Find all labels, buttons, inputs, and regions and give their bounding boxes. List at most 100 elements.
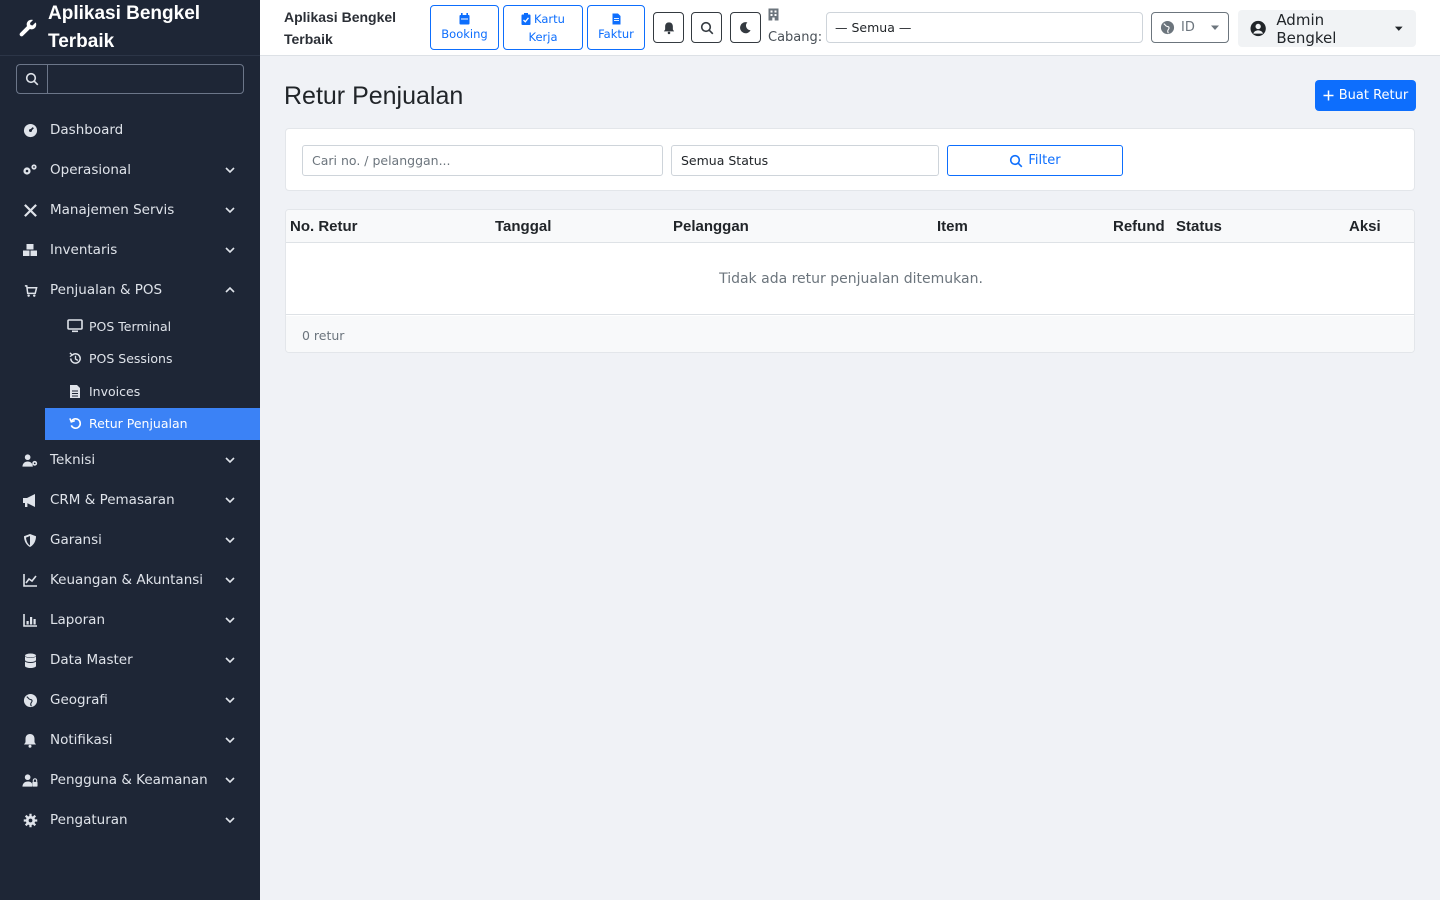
sidebar-search <box>16 64 244 94</box>
language-select[interactable]: ID <box>1151 12 1229 43</box>
column-header-no-retur[interactable]: No. Retur <box>290 210 358 243</box>
faktur-label: Faktur <box>598 26 634 41</box>
sidebar-search-input[interactable] <box>47 64 244 94</box>
sidebar-item-teknisi[interactable]: Teknisi <box>0 440 260 480</box>
sidebar-item-operasional[interactable]: Operasional <box>0 150 260 190</box>
sidebar-item-keuangan-akuntansi[interactable]: Keuangan & Akuntansi <box>0 560 260 600</box>
column-header-status[interactable]: Status <box>1176 210 1222 243</box>
table-footer: 0 retur <box>286 316 1414 352</box>
sidebar-item-label: Laporan <box>50 612 106 628</box>
sidebar-subitem-invoices[interactable]: Invoices <box>45 375 260 408</box>
status-select[interactable]: Semua Status <box>671 145 939 176</box>
plus-icon <box>1323 90 1334 101</box>
empty-state-text: Tidak ada retur penjualan ditemukan. <box>286 243 1414 315</box>
filter-button[interactable]: Filter <box>947 145 1123 176</box>
sidebar-item-penjualan-pos[interactable]: Penjualan & POS <box>0 270 260 310</box>
faktur-button[interactable]: Faktur <box>587 5 645 50</box>
sidebar-item-manajemen-servis[interactable]: Manajemen Servis <box>0 190 260 230</box>
sidebar-subitem-label: Invoices <box>89 383 141 399</box>
sidebar-subitem-label: POS Terminal <box>89 318 172 334</box>
cabang-label: Cabang: <box>768 30 823 45</box>
sidebar-subitem-retur-penjualan[interactable]: Retur Penjualan <box>45 407 260 440</box>
returns-table: No. Retur Tanggal Pelanggan Item Refund … <box>285 209 1415 353</box>
user-lock-icon <box>22 772 38 788</box>
sidebar-item-label: Operasional <box>50 162 131 178</box>
chevron-down-icon <box>225 457 235 464</box>
sidebar-item-crm-pemasaran[interactable]: CRM & Pemasaran <box>0 480 260 520</box>
undo-icon <box>67 416 83 432</box>
sidebar-item-label: Geografi <box>50 692 108 708</box>
shield-icon <box>22 532 38 548</box>
sidebar-item-label: Penjualan & POS <box>50 282 163 298</box>
sidebar-subitem-pos-terminal[interactable]: POS Terminal <box>45 310 260 343</box>
bell-icon <box>663 21 674 34</box>
sidebar-subitem-label: Retur Penjualan <box>89 416 188 432</box>
status-select-value: Semua Status <box>681 153 769 168</box>
caret-down-icon <box>1211 25 1219 30</box>
moon-icon <box>740 22 751 34</box>
search-icon <box>16 64 47 94</box>
global-search-button[interactable] <box>691 12 722 43</box>
building-icon <box>768 8 779 21</box>
chevron-down-icon <box>225 617 235 624</box>
chevron-down-icon <box>225 167 235 174</box>
sidebar-item-label: Notifikasi <box>50 732 113 748</box>
sidebar-item-garansi[interactable]: Garansi <box>0 520 260 560</box>
create-return-button[interactable]: Buat Retur <box>1315 80 1416 111</box>
sidebar-item-inventaris[interactable]: Inventaris <box>0 230 260 270</box>
sidebar-item-geografi[interactable]: Geografi <box>0 680 260 720</box>
cabang-select[interactable]: — Semua — <box>826 12 1143 43</box>
sidebar-subitem-pos-sessions[interactable]: POS Sessions <box>45 343 260 376</box>
sidebar-item-pengguna-keamanan[interactable]: Pengguna & Keamanan <box>0 760 260 800</box>
column-header-refund[interactable]: Refund <box>1113 210 1165 243</box>
kartu-label-2: Kerja <box>528 29 558 44</box>
sidebar-item-pengaturan[interactable]: Pengaturan <box>0 800 260 840</box>
tools-icon <box>22 202 38 218</box>
sidebar-nav: Dashboard Operasional Manajemen Servis I… <box>0 110 260 840</box>
chevron-up-icon <box>225 286 235 293</box>
chevron-down-icon <box>225 697 235 704</box>
column-header-item[interactable]: Item <box>937 210 968 243</box>
notifications-button[interactable] <box>653 12 684 43</box>
calendar-icon <box>459 12 470 24</box>
sidebar-item-label: Pengguna & Keamanan <box>50 772 208 788</box>
chevron-down-icon <box>225 497 235 504</box>
brand[interactable]: Aplikasi Bengkel Terbaik <box>0 0 260 56</box>
sidebar-item-label: Garansi <box>50 532 102 548</box>
sidebar-item-label: Pengaturan <box>50 812 128 828</box>
kartu-kerja-button[interactable]: Kartu Kerja <box>503 5 583 50</box>
sidebar-item-laporan[interactable]: Laporan <box>0 600 260 640</box>
chevron-down-icon <box>225 777 235 784</box>
column-header-pelanggan[interactable]: Pelanggan <box>673 210 749 243</box>
dark-mode-toggle[interactable] <box>730 12 761 43</box>
booking-label: Booking <box>441 26 488 41</box>
sidebar: Aplikasi Bengkel Terbaik Dashboard Opera… <box>0 0 260 900</box>
sidebar-submenu-penjualan: POS Terminal POS Sessions Invoices Retur… <box>0 310 260 440</box>
chevron-down-icon <box>225 657 235 664</box>
sidebar-subitem-label: POS Sessions <box>89 351 173 367</box>
chevron-down-icon <box>225 817 235 824</box>
booking-button[interactable]: Booking <box>430 5 499 50</box>
caret-down-icon <box>1395 26 1404 31</box>
search-input[interactable] <box>302 145 663 176</box>
bullhorn-icon <box>22 492 38 508</box>
sidebar-item-data-master[interactable]: Data Master <box>0 640 260 680</box>
kartu-label-1: Kartu <box>534 11 565 26</box>
sidebar-item-label: Inventaris <box>50 242 118 258</box>
sidebar-item-dashboard[interactable]: Dashboard <box>0 110 260 150</box>
create-return-label: Buat Retur <box>1338 88 1409 103</box>
column-header-tanggal[interactable]: Tanggal <box>495 210 551 243</box>
cog-icon <box>22 812 38 828</box>
table-header: No. Retur Tanggal Pelanggan Item Refund … <box>286 210 1414 243</box>
sidebar-item-notifikasi[interactable]: Notifikasi <box>0 720 260 760</box>
wrench-icon <box>19 19 37 36</box>
chart-bar-icon <box>22 612 38 628</box>
file-icon <box>612 13 620 24</box>
language-value: ID <box>1181 20 1195 35</box>
chevron-down-icon <box>225 737 235 744</box>
user-menu[interactable]: Admin Bengkel <box>1238 10 1416 47</box>
chevron-down-icon <box>225 247 235 254</box>
user-gear-icon <box>22 452 38 468</box>
search-icon <box>700 21 713 34</box>
chevron-down-icon <box>225 537 235 544</box>
